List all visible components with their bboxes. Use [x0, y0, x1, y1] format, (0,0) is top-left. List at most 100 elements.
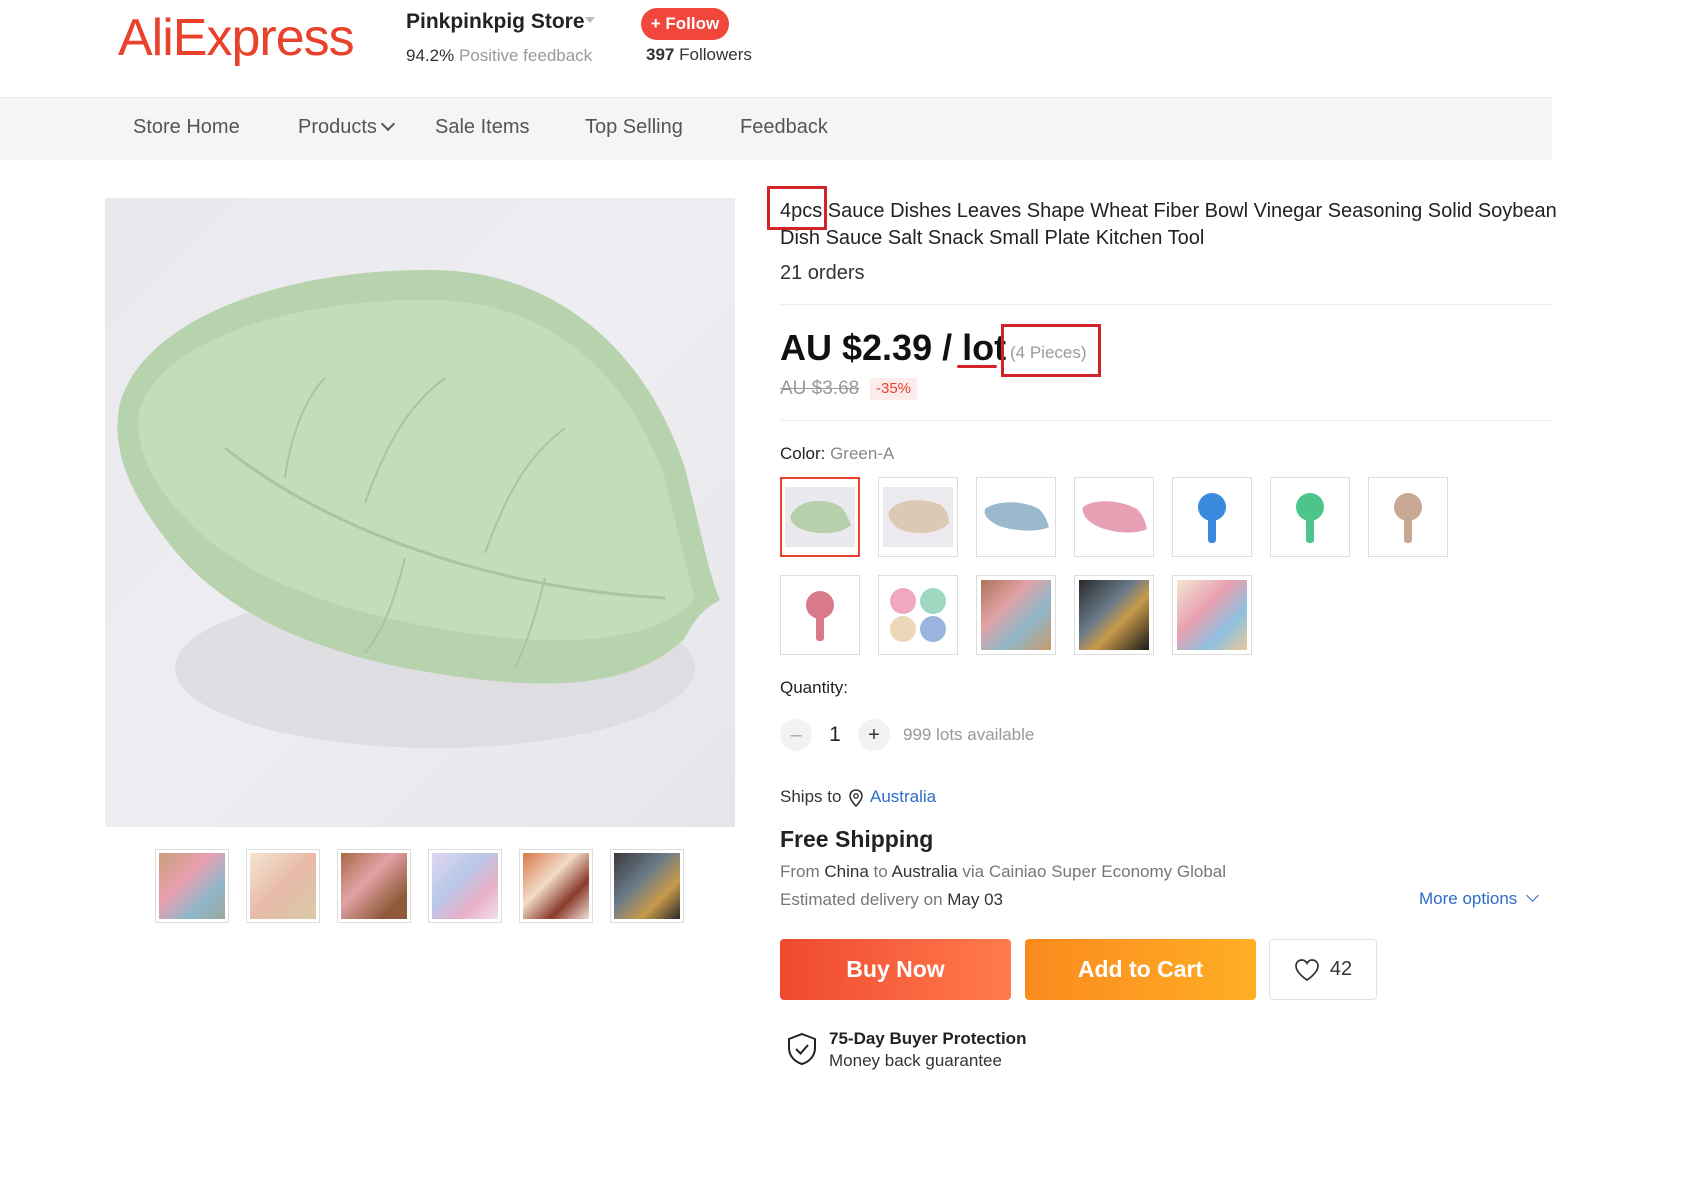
sku-green-a[interactable] — [780, 477, 860, 557]
sku-pink-spoon[interactable] — [780, 575, 860, 655]
shield-check-icon — [788, 1032, 816, 1066]
nav-sale-items[interactable]: Sale Items — [435, 116, 529, 139]
heart-icon — [1295, 958, 1319, 981]
pink-leaf-dish — [1082, 501, 1147, 533]
ships-to-label: Ships to — [780, 787, 842, 806]
route-via: via Cainiao Super Economy Global — [957, 862, 1227, 881]
nav-products[interactable]: Products — [298, 116, 396, 139]
delivery-label: Estimated delivery on — [780, 890, 948, 909]
thumbnail-4[interactable] — [428, 849, 502, 923]
set-photo — [1079, 580, 1149, 650]
followers: 397 Followers — [646, 45, 752, 65]
add-to-cart-button[interactable]: Add to Cart — [1025, 939, 1256, 1000]
sku-blue[interactable] — [976, 477, 1056, 557]
follow-button[interactable]: + Follow — [641, 8, 729, 40]
sku-four-bowls[interactable] — [878, 575, 958, 655]
four-bowls — [890, 588, 946, 642]
followers-count: 397 — [646, 45, 675, 64]
sku-set-3[interactable] — [1172, 575, 1252, 655]
lots-available: 999 lots available — [903, 725, 1035, 744]
beige-leaf-dish — [883, 487, 953, 547]
blue-leaf-dish — [984, 502, 1049, 531]
divider — [780, 420, 1552, 421]
set-photo — [981, 580, 1051, 650]
color-label-text: Color: — [780, 444, 831, 463]
store-name[interactable]: Pinkpinkpig Store — [406, 10, 585, 34]
title-text: Sauce Dishes Leaves Shape Wheat Fiber Bo… — [780, 200, 1557, 249]
route-destination: Australia — [891, 862, 958, 881]
thumbnail-3[interactable] — [337, 849, 411, 923]
orders-count: 21 orders — [780, 262, 865, 284]
feedback-label: Positive feedback — [458, 46, 593, 65]
color-value: Green-A — [830, 444, 895, 463]
chevron-down-icon — [1526, 889, 1539, 902]
thumbnail-2[interactable] — [246, 849, 320, 923]
beige-spoon-dish — [1394, 493, 1422, 543]
minus-icon: – — [790, 723, 802, 746]
sku-beige[interactable] — [878, 477, 958, 557]
route-origin: China — [824, 862, 869, 881]
nav-feedback[interactable]: Feedback — [740, 116, 828, 139]
pink-spoon-dish — [806, 591, 834, 641]
buyer-protection-subtitle: Money back guarantee — [829, 1051, 1002, 1070]
location-pin-icon — [849, 789, 863, 807]
nav-top-selling[interactable]: Top Selling — [585, 116, 683, 139]
buyer-protection-title: 75-Day Buyer Protection — [829, 1029, 1027, 1048]
nav-store-home[interactable]: Store Home — [133, 116, 240, 139]
chevron-down-icon — [380, 116, 396, 132]
thumbnail-image — [432, 853, 498, 919]
lot-underline-mark — [957, 365, 997, 368]
quantity-minus-button[interactable]: – — [780, 719, 812, 751]
more-options-label: More options — [1419, 889, 1518, 908]
free-shipping-heading: Free Shipping — [780, 826, 934, 852]
price: AU $2.39 / lot — [780, 327, 1006, 369]
feedback-percent: 94.2% — [406, 46, 455, 65]
sku-green-spoon[interactable] — [1270, 477, 1350, 557]
thumbnail-6[interactable] — [610, 849, 684, 923]
sku-set-2[interactable] — [1074, 575, 1154, 655]
caret-down-icon[interactable] — [585, 17, 595, 23]
delivery-date: May 03 — [947, 890, 1003, 909]
wishlist-count: 42 — [1329, 958, 1353, 980]
highlight-box-pieces — [1001, 324, 1101, 377]
sku-beige-spoon[interactable] — [1368, 477, 1448, 557]
leaf-dish-image — [117, 269, 721, 748]
price-amount: AU $2.39 / — [780, 327, 963, 368]
shipping-route: From China to Australia via Cainiao Supe… — [780, 862, 1226, 882]
aliexpress-logo[interactable]: AliExpress — [118, 8, 355, 68]
thumbnail-image — [159, 853, 225, 919]
set-photo — [1177, 580, 1247, 650]
sku-blue-spoon[interactable] — [1172, 477, 1252, 557]
wishlist-button[interactable]: 42 — [1269, 939, 1377, 1000]
original-price: AU $3.68 — [780, 378, 860, 399]
followers-label: Followers — [679, 45, 752, 64]
highlight-box-4pcs — [767, 186, 827, 230]
thumbnail-image — [250, 853, 316, 919]
quantity-label: Quantity: — [780, 678, 849, 697]
ships-to-country-link[interactable]: Australia — [870, 787, 936, 807]
divider — [780, 304, 1552, 305]
store-feedback: 94.2% Positive feedback — [406, 46, 592, 66]
green-leaf-dish — [785, 487, 855, 547]
sku-set-1[interactable] — [976, 575, 1056, 655]
product-main-image[interactable] — [105, 198, 735, 827]
nav-products-label: Products — [298, 116, 377, 138]
estimated-delivery: Estimated delivery on May 03 — [780, 890, 1003, 910]
price-unit: lot — [962, 327, 1007, 368]
sku-pink[interactable] — [1074, 477, 1154, 557]
quantity-plus-button[interactable]: + — [858, 719, 890, 751]
thumbnail-image — [614, 853, 680, 919]
route-from: From — [780, 862, 825, 881]
thumbnail-5[interactable] — [519, 849, 593, 923]
product-title: 4pcs Sauce Dishes Leaves Shape Wheat Fib… — [780, 198, 1560, 252]
discount-badge: -35% — [870, 378, 918, 400]
buy-now-button[interactable]: Buy Now — [780, 939, 1011, 1000]
quantity-value[interactable]: 1 — [828, 723, 842, 747]
thumbnail-1[interactable] — [155, 849, 229, 923]
more-options-link[interactable]: More options — [1419, 889, 1539, 909]
thumbnail-image — [341, 853, 407, 919]
blue-spoon-dish — [1198, 493, 1226, 543]
color-label: Color: Green-A — [780, 444, 894, 464]
thumbnail-image — [523, 853, 589, 919]
plus-icon: + — [868, 723, 880, 746]
